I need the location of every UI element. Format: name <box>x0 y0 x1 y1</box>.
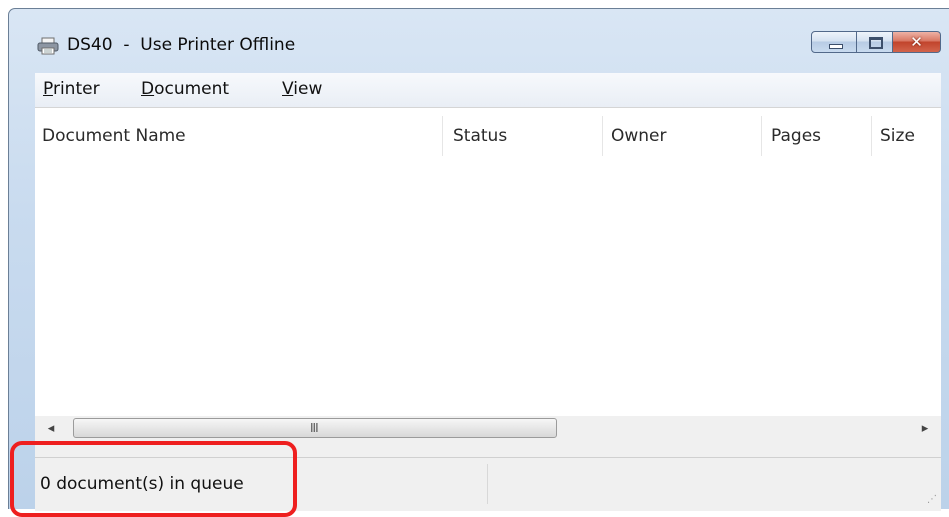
caption-buttons: ✕ <box>811 31 941 55</box>
minimize-icon <box>829 44 843 49</box>
column-divider[interactable] <box>442 116 443 156</box>
column-size[interactable]: Size <box>880 126 915 146</box>
column-pages[interactable]: Pages <box>771 126 821 146</box>
window-title: DS40 - Use Printer Offline <box>67 35 296 55</box>
menu-bar: Printer Document View <box>35 73 941 107</box>
horizontal-scrollbar[interactable]: ◂ III ▸ <box>35 416 941 442</box>
menu-printer-accel: P <box>43 79 53 99</box>
scroll-left-button[interactable]: ◂ <box>41 419 61 439</box>
column-headers: Document Name Status Owner Pages Size <box>35 108 941 164</box>
printer-queue-window: DS40 - Use Printer Offline ✕ Printer Doc… <box>8 8 949 511</box>
red-highlight-box <box>10 441 297 517</box>
column-divider[interactable] <box>602 116 603 156</box>
resize-grip-icon[interactable]: ⋰ <box>927 494 937 505</box>
menu-printer-label: rinter <box>52 79 100 99</box>
menu-document-label: ocument <box>154 79 230 99</box>
grip-icon: III <box>310 421 319 435</box>
column-owner[interactable]: Owner <box>611 126 667 146</box>
print-queue-list[interactable]: Document Name Status Owner Pages Size ◂ … <box>35 107 941 442</box>
column-divider[interactable] <box>761 116 762 156</box>
chevron-left-icon: ◂ <box>47 421 55 436</box>
menu-view-accel: V <box>282 79 294 99</box>
menu-document[interactable]: Document <box>141 79 229 99</box>
close-icon: ✕ <box>910 33 923 51</box>
title-bar[interactable]: DS40 - Use Printer Offline ✕ <box>9 9 949 73</box>
column-status[interactable]: Status <box>453 126 507 146</box>
chevron-right-icon: ▸ <box>921 421 929 436</box>
maximize-icon <box>869 37 883 49</box>
printer-icon <box>37 37 59 55</box>
column-document-name[interactable]: Document Name <box>42 126 186 146</box>
column-divider[interactable] <box>871 116 872 156</box>
menu-view[interactable]: View <box>282 79 322 99</box>
minimize-button[interactable] <box>811 31 857 53</box>
scroll-right-button[interactable]: ▸ <box>915 419 935 439</box>
menu-printer[interactable]: Printer <box>43 79 100 99</box>
status-divider <box>487 464 488 504</box>
scrollbar-thumb[interactable]: III <box>73 418 557 438</box>
menu-document-accel: D <box>141 79 155 99</box>
close-button[interactable]: ✕ <box>893 31 941 53</box>
menu-view-label: iew <box>293 79 323 99</box>
maximize-button[interactable] <box>857 31 893 53</box>
